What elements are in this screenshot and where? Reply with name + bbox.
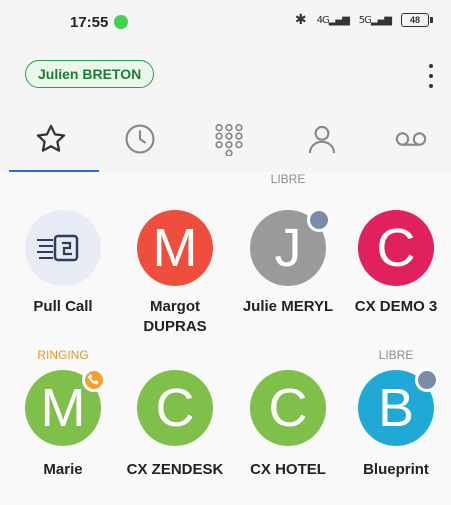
star-icon <box>36 124 66 152</box>
contact-name: Margot DUPRAS <box>143 298 207 335</box>
contact-name: CX ZENDESK <box>126 461 224 478</box>
avatar-initial: J <box>274 218 302 278</box>
phone-icon <box>88 374 99 385</box>
tab-history[interactable] <box>97 106 183 172</box>
contact-tile-margot-dupras[interactable]: M Margot DUPRAS <box>120 172 230 342</box>
contact-avatar: C <box>250 370 326 446</box>
contact-tile-cx-zendesk[interactable]: C CX ZENDESK <box>120 348 230 498</box>
tab-contacts[interactable] <box>279 106 365 172</box>
clock-time: 17:55 <box>70 14 109 31</box>
contact-tile-pull-call[interactable]: Pull Call <box>8 172 118 332</box>
presence-ringing-icon <box>82 368 106 392</box>
dialpad-icon <box>215 123 243 156</box>
contact-tile-marie[interactable]: RINGING M Marie <box>8 348 118 498</box>
signal-icon: 4G▂▄▆ <box>316 14 350 26</box>
tab-voicemail[interactable] <box>368 106 451 172</box>
avatar-initial: C <box>376 218 416 278</box>
person-icon <box>308 125 336 154</box>
status-label-ringing: RINGING <box>37 348 89 362</box>
presence-libre-icon <box>307 208 331 232</box>
avatar-initial: C <box>268 378 308 438</box>
status-icons: ✱ 4G▂▄▆ 5G▂▄▆ 48 <box>294 12 433 28</box>
clock-icon <box>125 124 155 154</box>
contact-avatar: M <box>137 210 213 286</box>
battery-icon: 48 <box>401 13 433 27</box>
contact-name: Julie MERYL <box>242 298 334 315</box>
more-options-icon[interactable] <box>427 64 435 88</box>
contact-name: Blueprint <box>363 461 429 478</box>
recording-dot-icon <box>114 15 128 29</box>
contact-tile-cx-hotel[interactable]: C CX HOTEL <box>233 348 343 498</box>
bluetooth-icon: ✱ <box>294 12 307 28</box>
tab-favorites[interactable] <box>8 106 94 172</box>
battery-level: 48 <box>409 15 420 25</box>
contact-avatar: C <box>358 210 434 286</box>
contact-avatar: C <box>137 370 213 446</box>
app-header: Julien BRETON <box>0 44 451 106</box>
status-bar: 17:55 ✱ 4G▂▄▆ 5G▂▄▆ 48 <box>0 0 451 44</box>
status-label-libre: LIBRE <box>270 172 306 186</box>
avatar-initial: M <box>152 218 198 278</box>
avatar-initial: C <box>155 378 195 438</box>
contact-name: CX DEMO 3 <box>354 298 438 315</box>
pull-call-icon <box>37 234 79 262</box>
contact-tile-julie-meryl[interactable]: LIBRE J Julie MERYL <box>233 172 343 332</box>
voicemail-icon <box>395 132 427 146</box>
pull-call-avatar <box>25 210 101 286</box>
avatar-initial: B <box>377 378 415 438</box>
contact-name: Marie <box>43 461 83 478</box>
avatar-initial: M <box>40 378 86 438</box>
tab-dialpad[interactable] <box>186 106 272 172</box>
status-label-libre: LIBRE <box>378 348 414 362</box>
tab-bar <box>0 106 451 173</box>
contact-name: CX HOTEL <box>250 461 326 478</box>
contact-tile-cx-demo-3[interactable]: C CX DEMO 3 <box>341 172 451 332</box>
contact-tile-blueprint[interactable]: LIBRE B Blueprint <box>341 348 451 498</box>
signal-icon-2: 5G▂▄▆ <box>358 14 392 26</box>
contact-name: Pull Call <box>33 298 93 315</box>
user-chip[interactable]: Julien BRETON <box>25 60 155 88</box>
presence-libre-icon <box>415 368 439 392</box>
favorites-grid: Pull Call M Margot DUPRAS LIBRE J Julie … <box>0 172 451 505</box>
